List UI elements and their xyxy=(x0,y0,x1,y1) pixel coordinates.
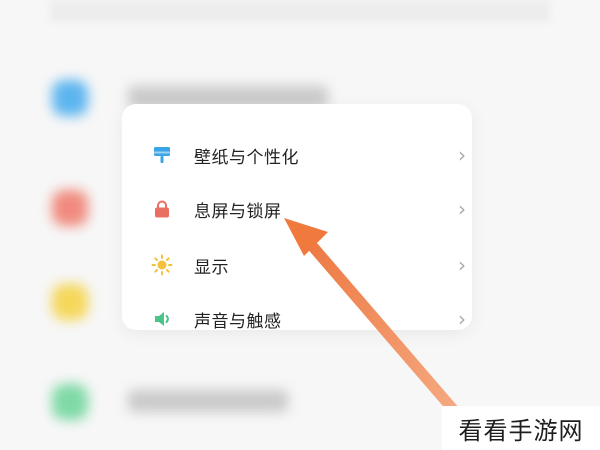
blurred-icon xyxy=(52,190,88,226)
menu-item-label: 壁纸与个性化 xyxy=(194,147,299,168)
blurred-icon xyxy=(52,80,88,116)
menu-item-sound[interactable]: 声音与触感 › xyxy=(122,292,472,346)
lock-icon xyxy=(150,197,174,221)
menu-item-label: 显示 xyxy=(194,257,229,278)
settings-menu-card: 壁纸与个性化 › 息屏与锁屏 › 显示 › 声音与触感 › xyxy=(122,104,472,332)
chevron-right-icon: › xyxy=(458,143,466,167)
chevron-right-icon: › xyxy=(458,253,466,277)
menu-item-wallpaper[interactable]: 壁纸与个性化 › xyxy=(122,128,472,182)
sun-icon xyxy=(150,253,174,277)
menu-item-display[interactable]: 显示 › xyxy=(122,238,472,292)
menu-item-label: 声音与触感 xyxy=(194,311,282,332)
chevron-right-icon: › xyxy=(458,197,466,221)
speaker-icon xyxy=(150,307,174,331)
blurred-text xyxy=(128,390,288,412)
blurred-icon xyxy=(52,384,88,420)
wallpaper-icon xyxy=(150,143,174,167)
watermark: 看看手游网 xyxy=(442,406,600,450)
blurred-icon xyxy=(52,284,88,320)
menu-item-lock-screen[interactable]: 息屏与锁屏 › xyxy=(122,182,472,236)
chevron-right-icon: › xyxy=(458,307,466,331)
menu-item-label: 息屏与锁屏 xyxy=(194,201,282,222)
